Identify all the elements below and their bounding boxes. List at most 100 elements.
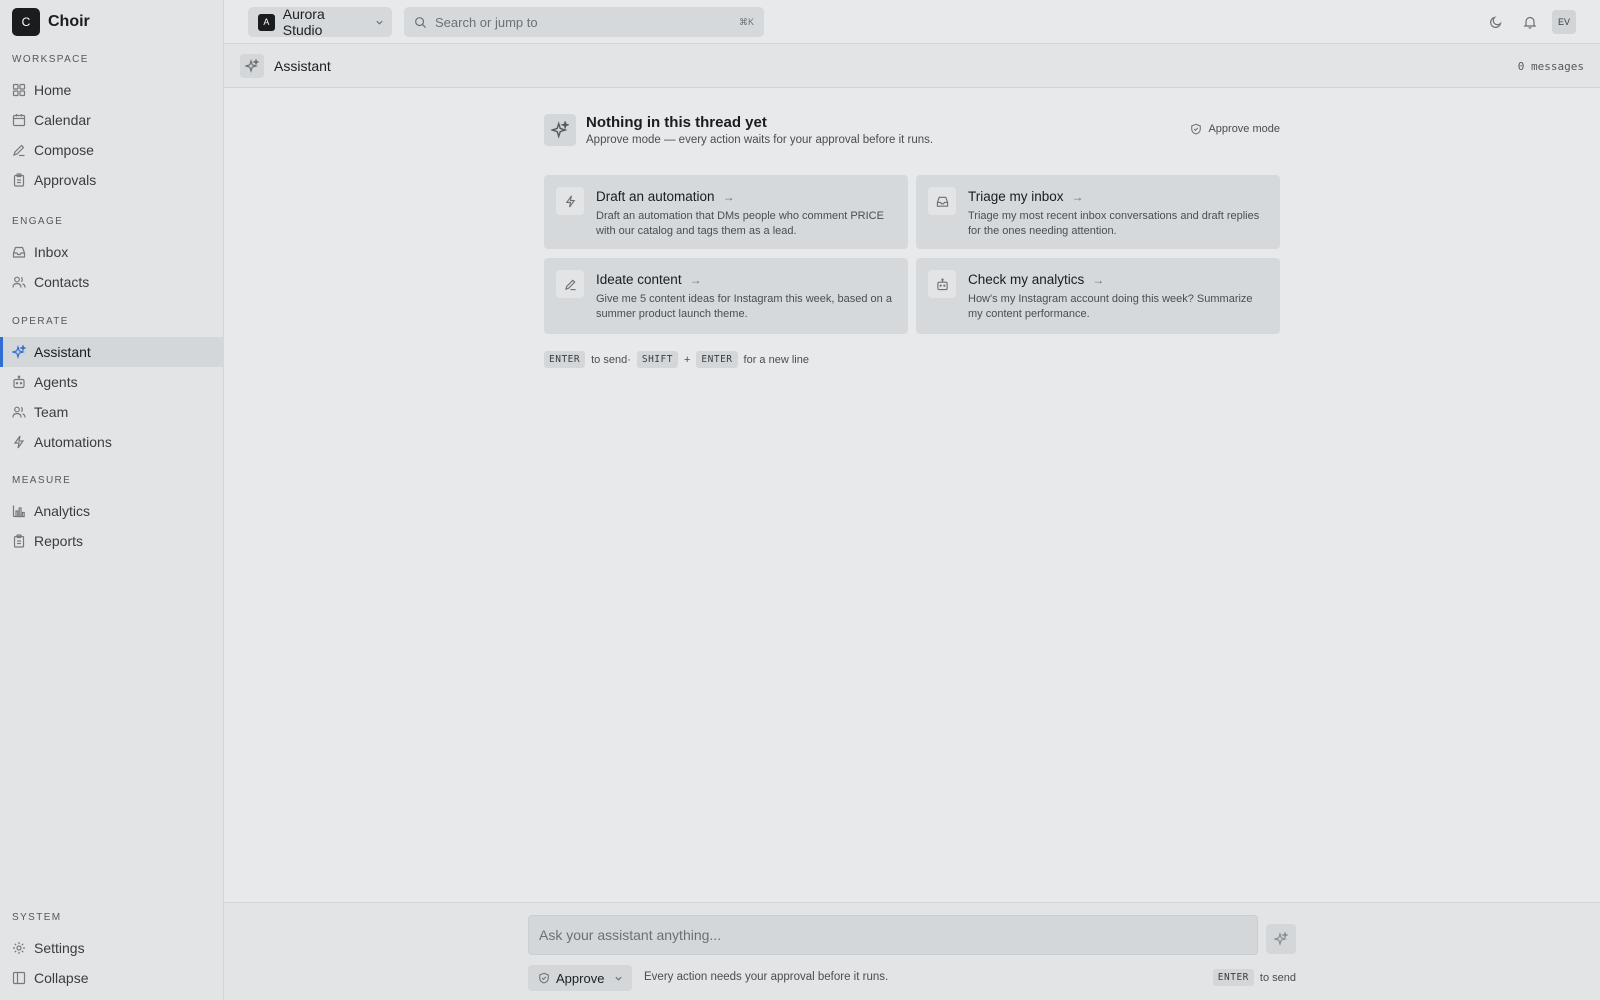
thread-title: Nothing in this thread yet (586, 114, 767, 131)
keyboard-hint: ENTER to send· SHIFT + ENTER for a new l… (544, 351, 809, 368)
approve-mode-label: Approve mode (1208, 123, 1280, 135)
clipboard-icon (12, 173, 26, 187)
sidebar-item-collapse[interactable]: Collapse (0, 963, 224, 993)
sidebar-item-home[interactable]: Home (0, 75, 224, 105)
page-header: Assistant 0 messages (224, 44, 1600, 88)
arrow-right-icon: → (689, 272, 702, 287)
inbox-icon (12, 245, 26, 259)
approve-mode-dropdown[interactable]: Approve (528, 965, 632, 991)
sidebar-item-automations[interactable]: Automations (0, 427, 224, 457)
sidebar-item-label: Automations (34, 434, 112, 450)
approve-label: Approve (556, 970, 605, 986)
chevron-down-icon (375, 18, 384, 27)
sparkle-icon (1274, 932, 1288, 946)
calendar-icon (12, 113, 26, 127)
bell-icon[interactable] (1518, 10, 1542, 34)
suggestion-description: How's my Instagram account doing this we… (968, 293, 1253, 320)
search-placeholder: Search or jump to (435, 14, 538, 30)
sparkle-icon (12, 345, 26, 359)
ask-input[interactable] (528, 915, 1258, 955)
workspace-switcher[interactable]: A Aurora Studio (248, 6, 392, 38)
sidebar-item-analytics[interactable]: Analytics (0, 496, 224, 526)
users-icon (12, 405, 26, 419)
sparkle-icon (240, 54, 264, 78)
suggestion-title: Check my analytics → (968, 272, 1104, 287)
sidebar-item-label: Collapse (34, 970, 89, 986)
sidebar-item-label: Settings (34, 940, 85, 956)
composer: Approve Every action needs your approval… (224, 902, 1600, 1000)
sidebar-item-label: Compose (34, 142, 94, 158)
sidebar-item-label: Reports (34, 533, 84, 549)
users-icon (12, 275, 26, 289)
sidebar-item-inbox[interactable]: Inbox (0, 237, 224, 267)
send-hint-label: to send (1259, 971, 1296, 984)
nav-section-system: SYSTEM Settings Collapse (0, 911, 224, 993)
sidebar-item-reports[interactable]: Reports (0, 526, 224, 556)
workspace-logo: A (258, 13, 275, 31)
suggestion-title-text: Triage my inbox (968, 189, 1064, 204)
sidebar-item-compose[interactable]: Compose (0, 135, 224, 165)
message-count: 0 messages (1517, 60, 1584, 73)
bolt-icon (12, 435, 26, 449)
suggestion-title-text: Check my analytics (968, 272, 1085, 287)
hint-to-send: to send· (591, 353, 631, 366)
nav-section-measure: MEASURE Analytics Reports (0, 474, 224, 556)
pencil-icon (556, 270, 584, 298)
sidebar-item-label: Inbox (34, 244, 69, 260)
suggestion-title: Triage my inbox → (968, 189, 1084, 204)
sidebar-item-calendar[interactable]: Calendar (0, 105, 224, 135)
sidebar-item-label: Calendar (34, 112, 91, 128)
suggestion-title-text: Ideate content (596, 272, 682, 287)
arrow-right-icon: → (722, 189, 735, 204)
sidebar-item-label: Team (34, 404, 69, 420)
clipboard-icon (12, 534, 26, 548)
hint-plus: + (683, 353, 691, 366)
suggestion-card-triage-inbox[interactable]: Triage my inbox → Triage my most recent i… (916, 175, 1280, 249)
nav-heading: WORKSPACE (12, 54, 89, 65)
page-title: Assistant (274, 58, 331, 74)
inbox-icon (928, 187, 956, 215)
sidebar-item-label: Home (34, 82, 72, 98)
sidebar-item-assistant[interactable]: Assistant (0, 337, 224, 367)
brand-name: Choir (48, 13, 90, 30)
sidebar-item-label: Contacts (34, 274, 90, 290)
thread-subtitle: Approve mode — every action waits for yo… (586, 134, 934, 146)
sidebar-item-label: Agents (34, 374, 78, 390)
approve-mode-badge[interactable]: Approve mode (1190, 123, 1280, 135)
chevron-down-icon (614, 974, 623, 983)
arrow-right-icon: → (1092, 272, 1105, 287)
shield-icon (1190, 123, 1202, 135)
moon-icon[interactable] (1484, 10, 1508, 34)
suggestion-title: Draft an automation → (596, 189, 735, 204)
avatar[interactable]: EV (1552, 10, 1576, 34)
sidebar-item-settings[interactable]: Settings (0, 933, 224, 963)
nav-section-workspace: WORKSPACE Home Calendar Compose Approval… (0, 53, 224, 195)
brand-logo: C (12, 8, 40, 36)
suggestion-card-check-analytics[interactable]: Check my analytics → How's my Instagram a… (916, 258, 1280, 334)
sidebar-item-label: Assistant (34, 344, 91, 360)
suggestion-description: Triage my most recent inbox conversation… (968, 210, 1260, 237)
sidebar-item-contacts[interactable]: Contacts (0, 267, 224, 297)
search-bar[interactable]: Search or jump to ⌘K (404, 7, 764, 37)
hint-new-line: for a new line (743, 353, 809, 366)
top-actions: EV (1484, 10, 1576, 34)
pencil-icon (12, 143, 26, 157)
kbd-enter: ENTER (1212, 969, 1254, 986)
arrow-right-icon: → (1071, 189, 1084, 204)
sidebar-item-label: Analytics (34, 503, 91, 519)
sidebar-collapse-icon (12, 971, 26, 985)
sidebar: C Choir WORKSPACE Home Calendar Compose … (0, 0, 224, 1000)
suggestion-card-ideate-content[interactable]: Ideate content → Give me 5 content ideas … (544, 258, 908, 334)
nav-section-engage: ENGAGE Inbox Contacts (0, 215, 224, 297)
sidebar-item-team[interactable]: Team (0, 397, 224, 427)
approve-note: Every action needs your approval before … (644, 971, 889, 983)
sidebar-item-label: Approvals (34, 172, 97, 188)
send-button[interactable] (1266, 924, 1296, 954)
sidebar-item-agents[interactable]: Agents (0, 367, 224, 397)
nav-heading: SYSTEM (12, 912, 62, 923)
topbar: A Aurora Studio Search or jump to ⌘K EV (224, 0, 1600, 44)
sidebar-item-approvals[interactable]: Approvals (0, 165, 224, 195)
workspace-name: Aurora Studio (282, 6, 325, 38)
brand[interactable]: C Choir (12, 8, 90, 36)
suggestion-card-draft-automation[interactable]: Draft an automation → Draft an automation… (544, 175, 908, 249)
